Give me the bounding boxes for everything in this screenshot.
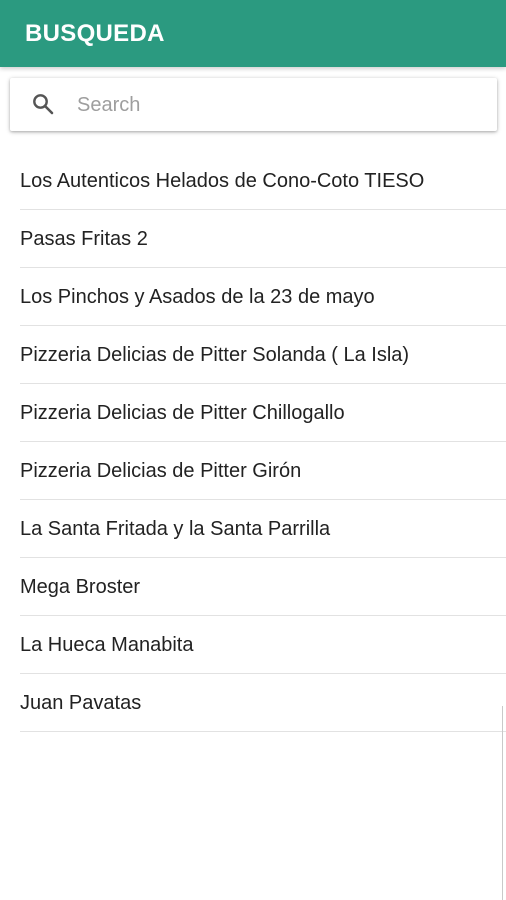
list-item-label: Pizzeria Delicias de Pitter Solanda ( La… (20, 344, 410, 366)
list-item-label: Juan Pavatas (20, 692, 142, 714)
results-list: Los Autenticos Helados de Cono-Coto TIES… (20, 152, 506, 732)
search-input[interactable] (77, 90, 477, 120)
search-bar[interactable] (10, 78, 497, 131)
list-item[interactable]: Pizzeria Delicias de Pitter Chillogallo (20, 384, 506, 442)
list-item[interactable]: Pizzeria Delicias de Pitter Girón (20, 442, 506, 500)
list-item[interactable]: La Hueca Manabita (20, 616, 506, 674)
list-item[interactable]: Mega Broster (20, 558, 506, 616)
page-title: BUSQUEDA (25, 20, 165, 47)
search-icon[interactable] (32, 93, 54, 115)
scrollbar-track[interactable] (502, 706, 503, 900)
list-item[interactable]: Pizzeria Delicias de Pitter Solanda ( La… (20, 326, 506, 384)
list-item-label: La Santa Fritada y la Santa Parrilla (20, 518, 331, 540)
list-item[interactable]: Los Pinchos y Asados de la 23 de mayo (20, 268, 506, 326)
list-item-label: Pizzeria Delicias de Pitter Chillogallo (20, 402, 345, 424)
list-item[interactable]: Los Autenticos Helados de Cono-Coto TIES… (20, 152, 506, 210)
app-bar: BUSQUEDA (0, 0, 506, 67)
list-item[interactable]: La Santa Fritada y la Santa Parrilla (20, 500, 506, 558)
list-item-label: Los Autenticos Helados de Cono-Coto TIES… (20, 170, 425, 192)
list-item-label: Los Pinchos y Asados de la 23 de mayo (20, 286, 375, 308)
list-item[interactable]: Pasas Fritas 2 (20, 210, 506, 268)
list-item-label: Mega Broster (20, 576, 141, 598)
list-item-label: Pasas Fritas 2 (20, 228, 148, 250)
list-item[interactable]: Juan Pavatas (20, 674, 506, 732)
list-item-label: Pizzeria Delicias de Pitter Girón (20, 460, 302, 482)
list-item-label: La Hueca Manabita (20, 634, 194, 656)
